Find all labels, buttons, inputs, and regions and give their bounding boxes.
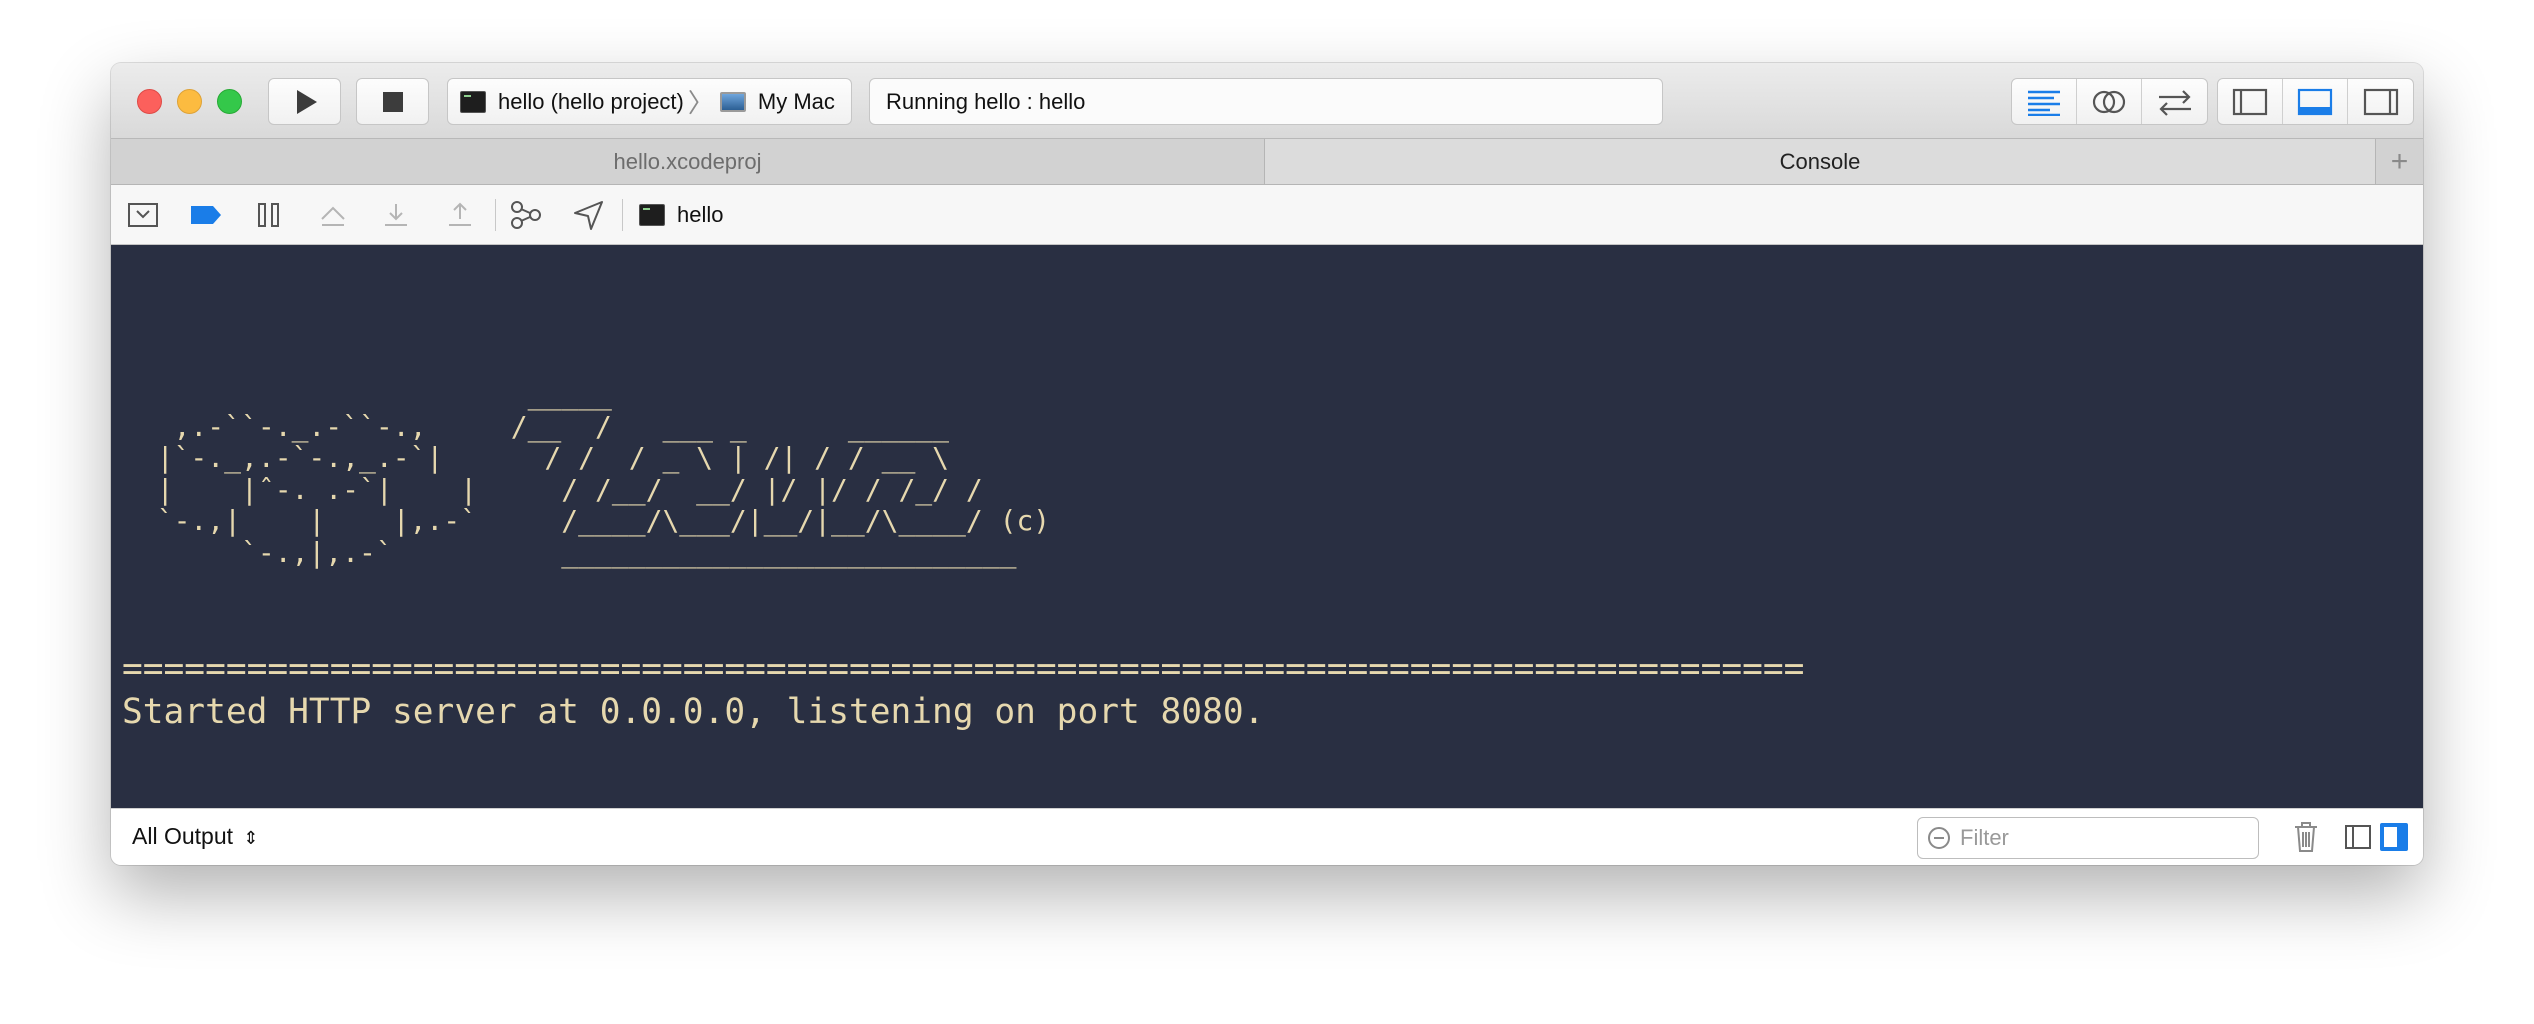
- console-footer: All Output ⇕ Filter: [111, 808, 2423, 865]
- step-over-button[interactable]: [315, 197, 351, 233]
- utilities-panel-icon: [2363, 88, 2398, 115]
- filter-icon: [1928, 827, 1950, 849]
- toolbar: hello (hello project) 〉 My Mac Running h…: [111, 63, 2423, 139]
- plus-icon: +: [2390, 144, 2409, 178]
- debug-bar: hello: [111, 185, 2423, 245]
- view-toggle-segmented-control: [2217, 78, 2414, 125]
- mac-icon: [719, 91, 746, 112]
- version-editor-button[interactable]: [2142, 79, 2207, 124]
- debug-area-panel-icon: [2297, 88, 2333, 115]
- clear-console-button[interactable]: [2289, 821, 2323, 853]
- process-label: hello: [677, 202, 724, 227]
- tab-label: hello.xcodeproj: [613, 148, 762, 174]
- zewo-ascii-banner: _____ ,.-``-._.-``-., /__ / ___ _ ______…: [156, 378, 1051, 569]
- activity-viewer: Running hello : hello: [869, 78, 1663, 125]
- standard-editor-button[interactable]: [2012, 79, 2077, 124]
- standard-editor-icon: [2028, 90, 2060, 116]
- step-into-button[interactable]: [378, 197, 414, 233]
- output-selector[interactable]: All Output ⇕: [132, 823, 258, 850]
- minimize-window-button[interactable]: [177, 89, 202, 114]
- console-separator-line: ========================================…: [122, 649, 1805, 689]
- process-selector[interactable]: hello: [639, 199, 723, 231]
- simulate-location-button[interactable]: [571, 197, 607, 233]
- toolbar-separator: [622, 199, 623, 231]
- show-console-view-button[interactable]: [2377, 821, 2411, 853]
- toggle-utilities-button[interactable]: [2348, 79, 2413, 124]
- view-hierarchy-icon: [511, 201, 541, 229]
- scheme-device-label: My Mac: [757, 88, 835, 114]
- version-editor-icon: [2158, 89, 2191, 116]
- pause-button[interactable]: [251, 197, 287, 233]
- play-icon: [296, 89, 317, 114]
- step-into-icon: [385, 204, 407, 226]
- tab-console[interactable]: Console: [1265, 139, 2376, 184]
- hide-debug-area-icon: [128, 203, 158, 227]
- show-variables-view-button[interactable]: [2341, 821, 2375, 853]
- navigator-panel-icon: [2232, 88, 2268, 115]
- scheme-selector[interactable]: hello (hello project) 〉 My Mac: [447, 78, 852, 125]
- stop-button[interactable]: [356, 78, 429, 125]
- toggle-navigator-button[interactable]: [2218, 79, 2283, 124]
- left-panel-icon: [2345, 825, 2371, 849]
- scheme-target-label: hello (hello project): [498, 88, 684, 114]
- step-over-icon: [321, 206, 345, 226]
- hide-debug-area-button[interactable]: [125, 197, 161, 233]
- tab-bar: hello.xcodeproj Console +: [111, 139, 2423, 185]
- zoom-window-button[interactable]: [217, 89, 242, 114]
- right-panel-icon: [2380, 823, 2408, 851]
- add-tab-button[interactable]: +: [2376, 139, 2423, 184]
- tab-label: Console: [1779, 148, 1861, 174]
- output-selector-label: All Output: [132, 823, 233, 849]
- console-output[interactable]: _____ ,.-``-._.-``-., /__ / ___ _ ______…: [111, 245, 2423, 808]
- run-button[interactable]: [268, 78, 341, 125]
- xcode-window: hello (hello project) 〉 My Mac Running h…: [111, 63, 2423, 865]
- toggle-debug-area-button[interactable]: [2283, 79, 2348, 124]
- step-out-button[interactable]: [442, 197, 478, 233]
- terminal-app-icon: [460, 90, 486, 113]
- filter-placeholder: Filter: [1960, 825, 2009, 850]
- up-down-chevron-icon: ⇕: [243, 828, 259, 848]
- location-arrow-icon: [574, 201, 603, 230]
- filter-field[interactable]: Filter: [1917, 817, 2259, 859]
- terminal-app-icon: [639, 204, 665, 226]
- breakpoint-icon: [191, 206, 221, 224]
- assistant-editor-icon: [2092, 90, 2126, 113]
- breakpoints-toggle-button[interactable]: [188, 197, 224, 233]
- assistant-editor-button[interactable]: [2077, 79, 2142, 124]
- step-out-icon: [449, 202, 471, 226]
- stop-icon: [382, 91, 403, 112]
- debug-view-hierarchy-button[interactable]: [508, 197, 544, 233]
- tab-hello-xcodeproj[interactable]: hello.xcodeproj: [111, 139, 1265, 184]
- console-message: Started HTTP server at 0.0.0.0, listenin…: [122, 692, 1265, 732]
- editor-mode-segmented-control: [2011, 78, 2208, 125]
- close-window-button[interactable]: [137, 89, 162, 114]
- pause-icon: [258, 203, 279, 227]
- activity-status-text: Running hello : hello: [886, 88, 1086, 114]
- toolbar-separator: [495, 199, 496, 231]
- chevron-right-icon: 〉: [687, 88, 714, 118]
- trash-icon: [2295, 822, 2317, 852]
